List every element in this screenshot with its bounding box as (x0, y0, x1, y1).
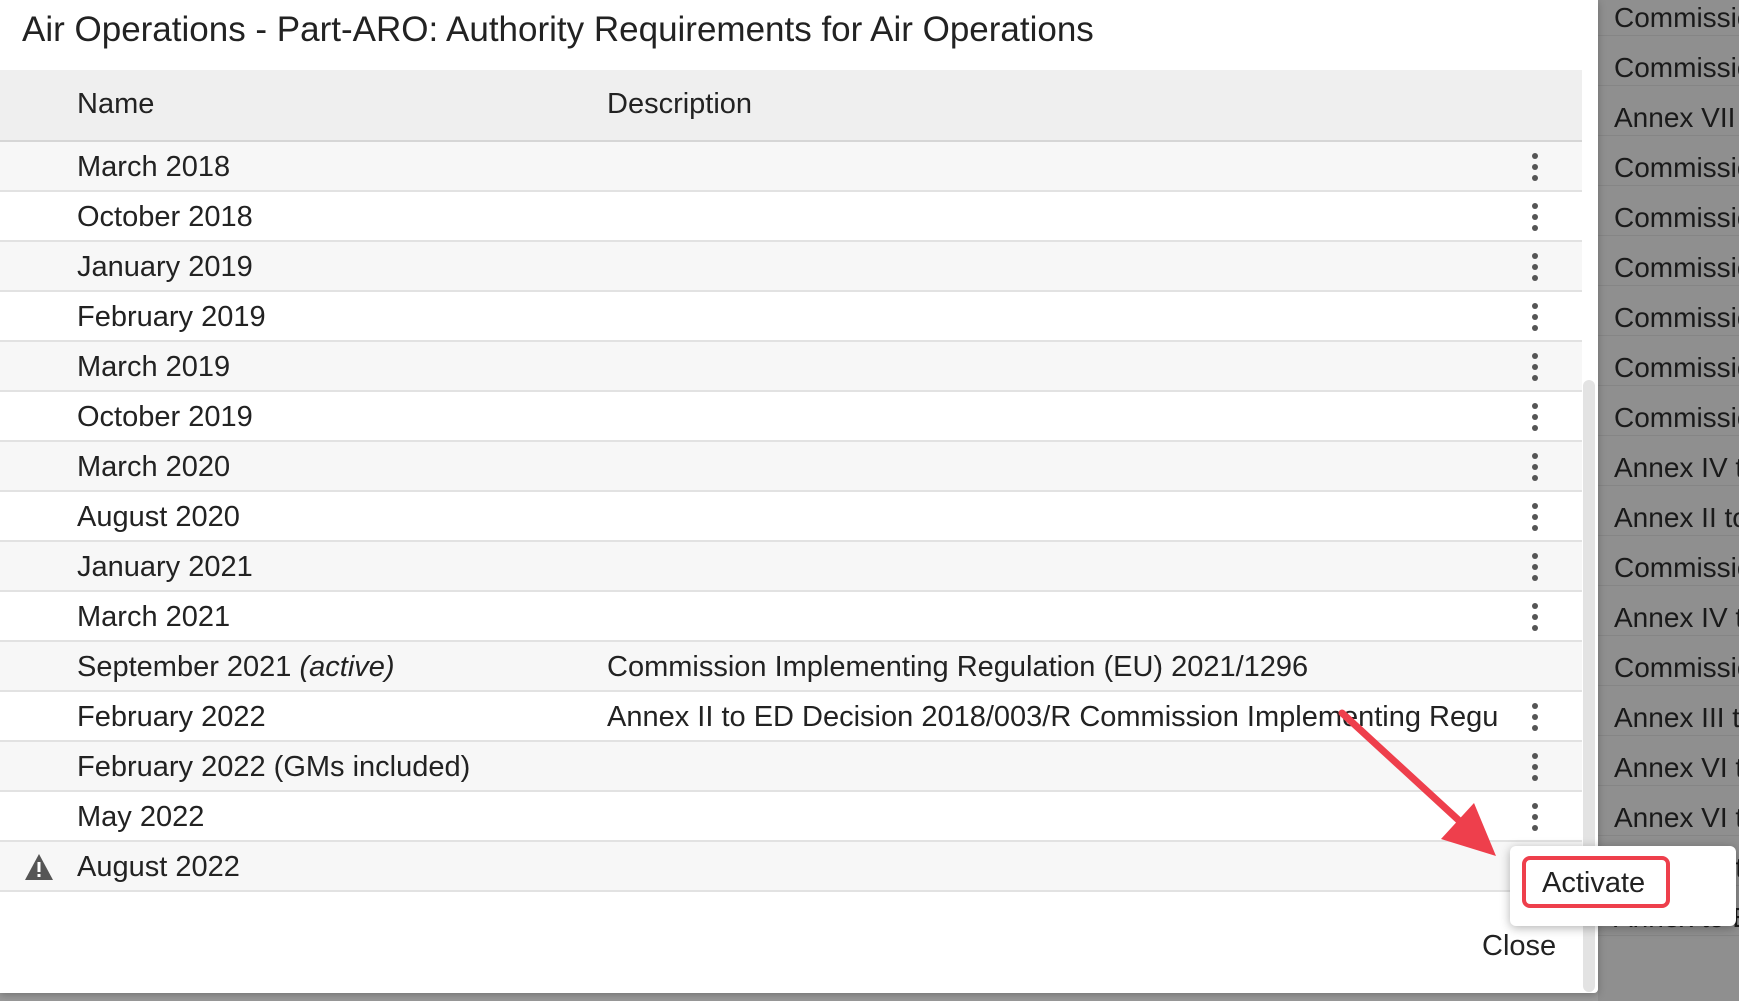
kebab-menu-icon[interactable] (1522, 500, 1548, 534)
table-row[interactable]: May 2022 (0, 792, 1582, 842)
kebab-menu-icon[interactable] (1522, 450, 1548, 484)
background-list-item: Commissio (1598, 136, 1739, 186)
table-row[interactable]: February 2022 Annex II to ED Decision 201… (0, 692, 1582, 742)
column-header-description[interactable]: Description (607, 88, 752, 121)
row-name: August 2020 (77, 501, 240, 534)
row-context-menu: Activate (1510, 846, 1736, 926)
background-list-item: Annex VI t (1598, 736, 1739, 786)
table-row[interactable]: March 2021 (0, 592, 1582, 642)
table-row[interactable]: August 2022 (0, 842, 1582, 892)
row-name-text: March 2020 (77, 451, 231, 483)
row-name-text: January 2021 (77, 551, 253, 583)
kebab-menu-icon[interactable] (1522, 150, 1548, 184)
table-body: March 2018 October 2018 January 2019 Februa… (0, 142, 1582, 892)
row-name: March 2018 (77, 151, 230, 184)
kebab-menu-icon[interactable] (1522, 200, 1548, 234)
row-description: Annex II to ED Decision 2018/003/R Commi… (607, 701, 1497, 733)
kebab-menu-icon[interactable] (1522, 700, 1548, 734)
row-name: August 2022 (77, 851, 240, 884)
row-name: May 2022 (77, 801, 204, 834)
row-name-text: August 2022 (77, 851, 240, 883)
row-name: February 2022 (GMs included) (77, 751, 470, 784)
table-row[interactable]: March 2018 (0, 142, 1582, 192)
row-name-text: October 2019 (77, 401, 253, 433)
row-name: October 2019 (77, 401, 253, 434)
kebab-menu-icon[interactable] (1522, 250, 1548, 284)
background-list-item: Annex III t (1598, 686, 1739, 736)
versions-table: Name Description March 2018 October 2018 J… (0, 70, 1582, 892)
kebab-menu-icon[interactable] (1522, 300, 1548, 334)
row-name: March 2019 (77, 351, 230, 384)
row-name-text: February 2022 (GMs included) (77, 751, 471, 783)
background-list-item: Commissio (1598, 286, 1739, 336)
table-row[interactable]: September 2021 (active) Commission Implem… (0, 642, 1582, 692)
row-name: February 2019 (77, 301, 266, 334)
warning-icon (24, 853, 54, 881)
background-list-item: Commissio (1598, 536, 1739, 586)
activate-menu-item[interactable]: Activate (1522, 856, 1670, 908)
row-name-text: May 2022 (77, 801, 205, 833)
table-row[interactable]: February 2019 (0, 292, 1582, 342)
background-list-item: Commissio (1598, 636, 1739, 686)
row-name: January 2021 (77, 551, 253, 584)
background-list-item: Commissio (1598, 336, 1739, 386)
row-name-text: October 2018 (77, 201, 253, 233)
row-name-text: August 2020 (77, 501, 240, 533)
close-button[interactable]: Close (1482, 930, 1556, 963)
background-list-item: Annex IV t (1598, 436, 1739, 486)
background-list-item: Commissio (1598, 386, 1739, 436)
row-name: September 2021 (active) (77, 651, 395, 684)
row-name: October 2018 (77, 201, 253, 234)
column-header-name[interactable]: Name (77, 88, 154, 121)
kebab-menu-icon[interactable] (1522, 800, 1548, 834)
row-name: March 2020 (77, 451, 230, 484)
versions-dialog: Air Operations - Part-ARO: Authority Req… (0, 0, 1598, 993)
table-row[interactable]: February 2022 (GMs included) (0, 742, 1582, 792)
kebab-menu-icon[interactable] (1522, 750, 1548, 784)
table-row[interactable]: August 2020 (0, 492, 1582, 542)
table-row[interactable]: March 2020 (0, 442, 1582, 492)
background-list-item: Commissio (1598, 236, 1739, 286)
background-list-item: Commissio (1598, 0, 1739, 36)
kebab-menu-icon[interactable] (1522, 350, 1548, 384)
table-row[interactable]: January 2019 (0, 242, 1582, 292)
table-row[interactable]: October 2019 (0, 392, 1582, 442)
row-name-text: March 2021 (77, 601, 231, 633)
kebab-menu-icon[interactable] (1522, 400, 1548, 434)
table-row[interactable]: October 2018 (0, 192, 1582, 242)
row-name-text: September 2021 (77, 651, 292, 683)
row-name-text: January 2019 (77, 251, 253, 283)
background-list-item: Annex VII (1598, 86, 1739, 136)
dialog-title: Air Operations - Part-ARO: Authority Req… (22, 10, 1094, 49)
table-row[interactable]: January 2021 (0, 542, 1582, 592)
row-name: January 2019 (77, 251, 253, 284)
background-list-item: Annex VI t (1598, 786, 1739, 836)
kebab-menu-icon[interactable] (1522, 600, 1548, 634)
row-name-text: February 2022 (77, 701, 266, 733)
kebab-menu-icon[interactable] (1522, 550, 1548, 584)
table-header: Name Description (0, 70, 1582, 142)
table-row[interactable]: March 2019 (0, 342, 1582, 392)
background-list-item: Annex IV t (1598, 586, 1739, 636)
row-name-text: March 2019 (77, 351, 231, 383)
background-list-item: Annex II to (1598, 486, 1739, 536)
row-name: March 2021 (77, 601, 230, 634)
row-name-text: February 2019 (77, 301, 266, 333)
row-name-text: March 2018 (77, 151, 231, 183)
active-label: (active) (299, 651, 395, 683)
background-list-item: Commissio (1598, 186, 1739, 236)
background-list-item: Commissio (1598, 36, 1739, 86)
row-description: Commission Implementing Regulation (EU) … (607, 651, 1309, 683)
row-name: February 2022 (77, 701, 266, 734)
